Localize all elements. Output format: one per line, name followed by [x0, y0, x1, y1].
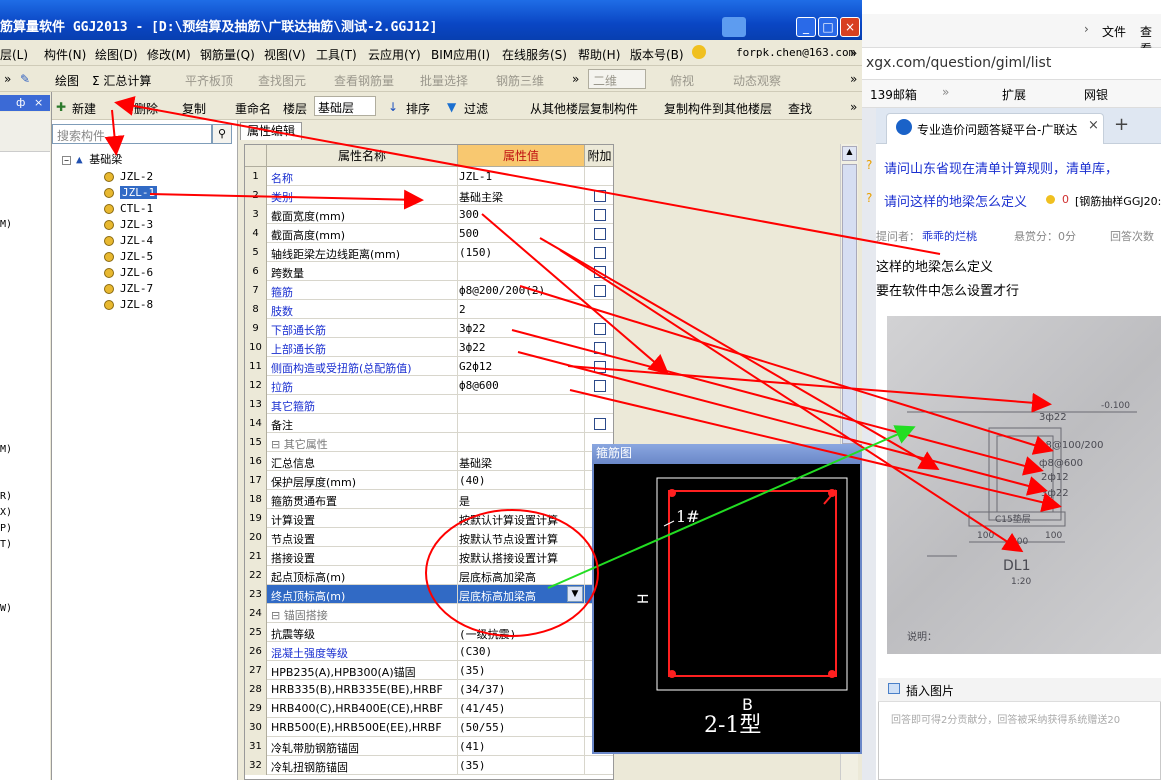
- green-arrow: [547, 425, 916, 589]
- red-highlight-ellipse: [425, 509, 599, 637]
- annotation-overlay: [104, 96, 1062, 637]
- red-arrows: [104, 96, 1062, 553]
